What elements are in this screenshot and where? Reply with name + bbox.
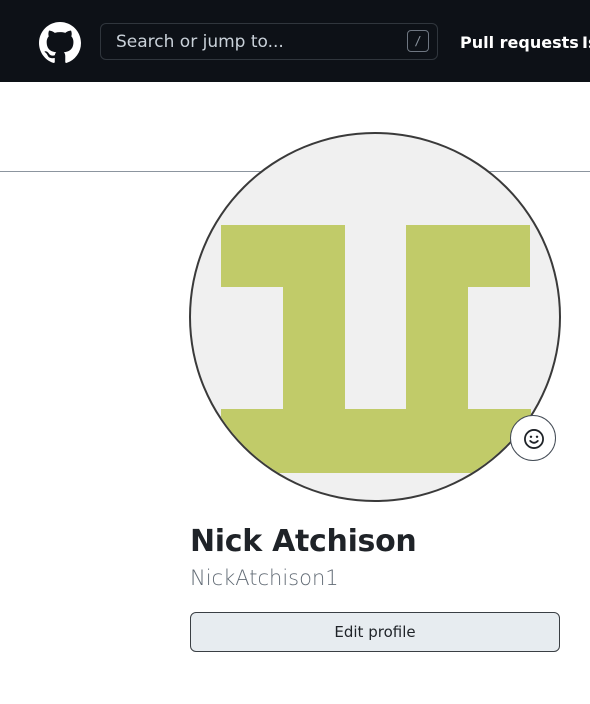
identicon-avatar-icon: [221, 225, 531, 473]
avatar[interactable]: [189, 132, 561, 502]
profile-name: Nick Atchison: [190, 524, 417, 559]
profile-username: NickAtchison1: [190, 566, 339, 590]
github-logo-icon[interactable]: [39, 22, 81, 64]
edit-profile-button[interactable]: Edit profile: [190, 612, 560, 652]
nav-issues[interactable]: Issues: [582, 33, 590, 53]
search-placeholder: Search or jump to...: [116, 32, 284, 52]
identicon-block-bottom: [221, 409, 531, 473]
nav-pull-requests[interactable]: Pull requests: [460, 33, 579, 53]
search-input[interactable]: Search or jump to... /: [100, 23, 438, 60]
top-header: Search or jump to... / Pull requests Iss…: [0, 0, 590, 82]
set-status-button[interactable]: [510, 415, 556, 461]
smiley-icon: [524, 429, 544, 449]
slash-shortcut-key: /: [407, 30, 429, 52]
